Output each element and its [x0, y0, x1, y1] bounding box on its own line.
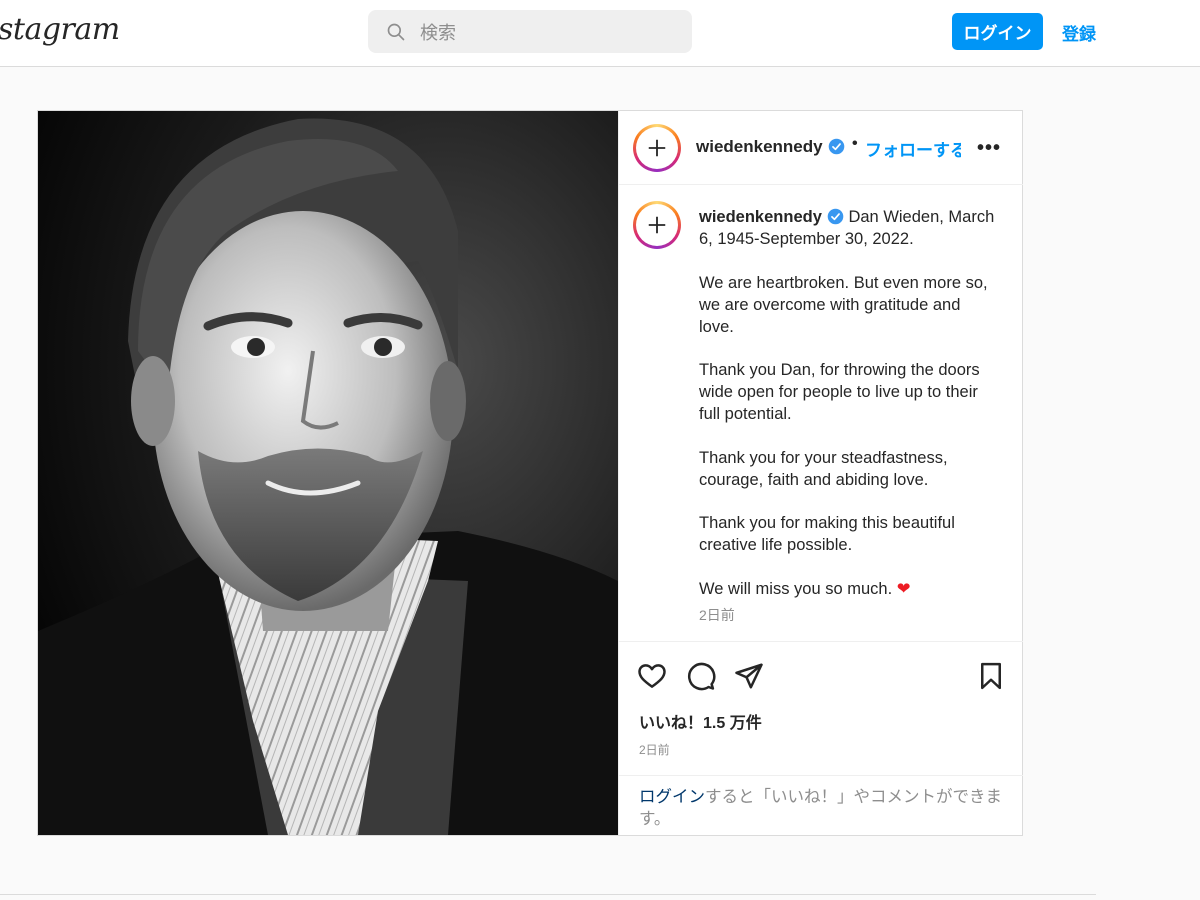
caption-timestamp[interactable]: 2日前	[699, 605, 735, 625]
caption-paragraph: We are heartbroken. But even more so, we…	[699, 273, 988, 336]
heart-icon[interactable]	[637, 661, 667, 691]
add-icon	[648, 216, 666, 234]
login-button[interactable]: ログイン	[952, 13, 1043, 50]
caption-paragraph: We will miss you so much.	[699, 579, 893, 598]
post-card: wiedenkennedy • フォローする ••• wiedenkennedy…	[37, 110, 1023, 836]
caption-paragraph: Thank you for your steadfastness, courag…	[699, 448, 948, 489]
verified-badge-icon	[828, 138, 844, 155]
follow-button[interactable]: フォローする	[865, 136, 961, 161]
caption-paragraph: Thank you for making this beautiful crea…	[699, 514, 955, 554]
search-bar[interactable]: 検索	[368, 10, 692, 53]
more-options-icon[interactable]: •••	[977, 137, 1001, 160]
divider	[0, 894, 1096, 895]
login-prompt: ログインすると「いいね！」やコメントができます。	[619, 775, 1023, 830]
author-avatar[interactable]	[633, 124, 681, 172]
add-icon	[648, 139, 666, 157]
signup-link[interactable]: 登録	[1062, 20, 1096, 45]
verified-badge-icon	[827, 208, 844, 225]
author-username[interactable]: wiedenkennedy	[696, 137, 823, 156]
search-icon	[387, 23, 405, 40]
red-heart-emoji: ❤	[896, 579, 911, 598]
separator-dot: •	[852, 135, 858, 152]
portrait-photo	[38, 111, 618, 835]
post-sidebar: wiedenkennedy • フォローする ••• wiedenkennedy…	[618, 111, 1023, 835]
comment-icon[interactable]	[686, 661, 716, 691]
post-photo[interactable]	[38, 111, 618, 835]
search-input[interactable]: 検索	[420, 19, 456, 45]
bookmark-icon[interactable]	[976, 661, 1006, 691]
login-link[interactable]: ログイン	[639, 788, 705, 806]
caption-avatar[interactable]	[633, 201, 681, 249]
author-username-row[interactable]: wiedenkennedy	[696, 137, 845, 157]
instagram-logo[interactable]: stagram	[0, 12, 120, 47]
caption-paragraph: Thank you Dan, for throwing the doors wi…	[699, 361, 980, 423]
post-caption: wiedenkennedy Dan Wieden, March 6, 1945-…	[699, 206, 999, 621]
top-nav: stagram 検索 ログイン 登録	[0, 0, 1200, 67]
post-timestamp[interactable]: 2日前	[639, 741, 670, 758]
post-header: wiedenkennedy • フォローする •••	[619, 111, 1023, 185]
likes-count[interactable]: いいね！1.5 万件	[639, 709, 762, 733]
share-icon[interactable]	[734, 661, 764, 691]
caption-username[interactable]: wiedenkennedy	[699, 208, 822, 226]
